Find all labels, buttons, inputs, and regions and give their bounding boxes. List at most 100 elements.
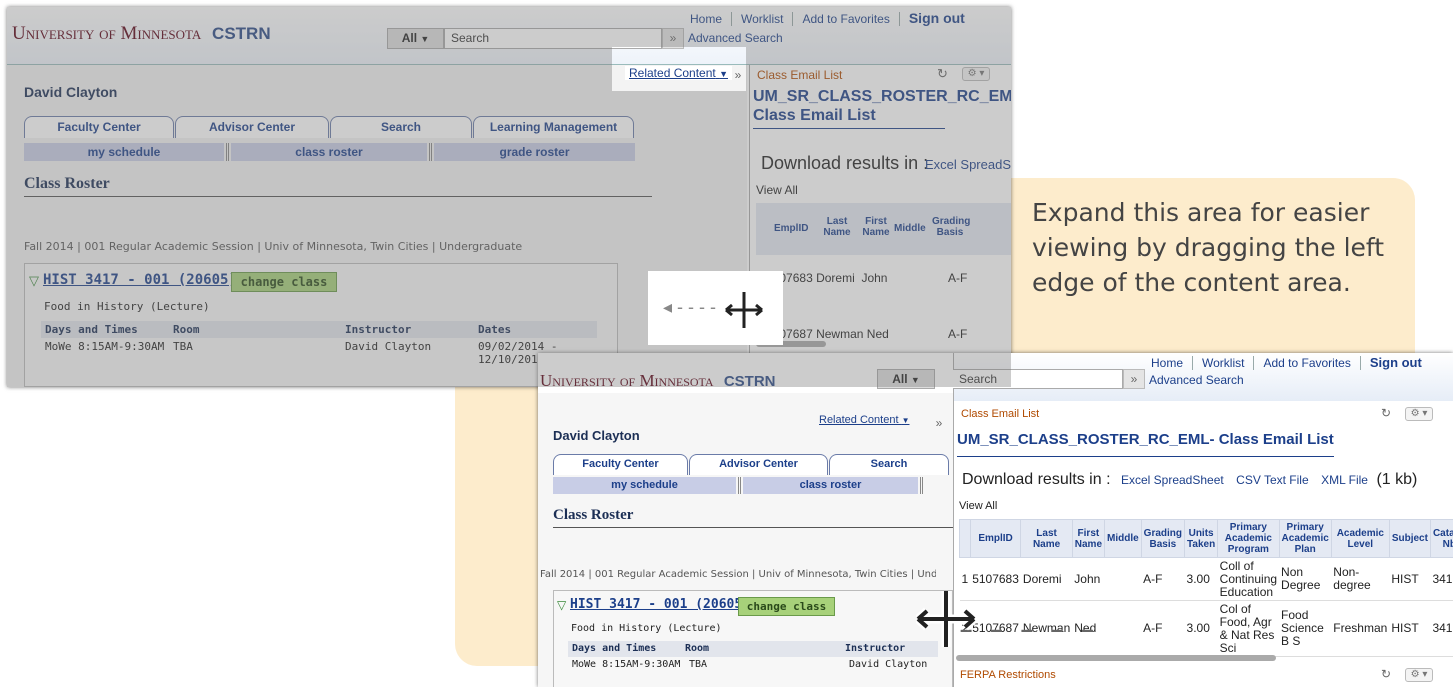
horizontal-scrollbar[interactable] bbox=[956, 655, 1276, 661]
xml-download-link[interactable]: XML File bbox=[1321, 473, 1368, 487]
scope-label: All bbox=[892, 372, 908, 386]
course-link[interactable]: HIST 3417 - 001 (20605) bbox=[570, 597, 750, 612]
row-level: Freshman bbox=[1331, 600, 1390, 657]
collapse-panel-icon[interactable]: » bbox=[731, 69, 745, 83]
nav-worklist[interactable]: Worklist bbox=[1193, 356, 1255, 370]
nav-favorites[interactable]: Add to Favorites bbox=[793, 12, 900, 26]
csv-download-link[interactable]: CSV Text File bbox=[1236, 473, 1308, 487]
nav-favorites[interactable]: Add to Favorites bbox=[1254, 356, 1361, 370]
tab-search[interactable]: Search bbox=[829, 454, 949, 475]
hdr-last: Last Name bbox=[823, 216, 851, 238]
hdr-plan: Primary Academic Plan bbox=[1278, 519, 1332, 558]
top-nav: Home Worklist Add to Favorites Sign out bbox=[1142, 355, 1431, 370]
hdr-program: Primary Academic Program bbox=[1217, 519, 1280, 558]
nav-home[interactable]: Home bbox=[681, 12, 733, 26]
hdr-emplid: EmplID bbox=[969, 519, 1022, 558]
panel-title: Class Email List bbox=[961, 408, 1040, 420]
refresh-icon[interactable]: ↻ bbox=[937, 66, 948, 82]
view-all-link[interactable]: View All bbox=[959, 500, 997, 512]
subtab-grade-roster[interactable]: grade roster bbox=[434, 143, 635, 161]
advanced-search-link[interactable]: Advanced Search bbox=[1149, 373, 1244, 387]
search-go-icon[interactable]: » bbox=[662, 28, 684, 49]
subtab-my-schedule[interactable]: my schedule bbox=[553, 477, 736, 494]
tab-faculty-center[interactable]: Faculty Center bbox=[24, 116, 174, 138]
course-title: Food in History (Lecture) bbox=[44, 300, 210, 313]
nav-signout[interactable]: Sign out bbox=[1361, 355, 1431, 370]
advanced-search-link[interactable]: Advanced Search bbox=[688, 31, 783, 45]
callout-text: Expand this area for easier viewing by d… bbox=[1032, 198, 1385, 297]
col-room: Room bbox=[173, 323, 200, 336]
search-input[interactable]: Search bbox=[953, 369, 1123, 389]
hdr-middle: Middle bbox=[894, 223, 926, 234]
subtab-class-roster[interactable]: class roster bbox=[231, 143, 427, 161]
nav-home[interactable]: Home bbox=[1142, 356, 1194, 370]
course-link[interactable]: HIST 3417 - 001 (20605) bbox=[43, 272, 237, 288]
nav-worklist[interactable]: Worklist bbox=[732, 12, 794, 26]
gear-icon[interactable]: ⚙ ▾ bbox=[1405, 668, 1433, 682]
chevron-down-icon: ▼ bbox=[910, 375, 920, 385]
hdr-grading: Grading Basis bbox=[932, 216, 971, 238]
refresh-icon[interactable]: ↻ bbox=[1381, 667, 1391, 681]
col-room: Room bbox=[685, 643, 710, 654]
row-units: 3.00 bbox=[1184, 600, 1218, 657]
row-grading: A-F bbox=[1141, 557, 1185, 601]
row-subject: HIST bbox=[1389, 557, 1431, 601]
term-info: Fall 2014 | 001 Regular Academic Session… bbox=[24, 240, 523, 253]
search-input[interactable]: Search bbox=[444, 28, 662, 49]
search-placeholder: Search bbox=[959, 372, 998, 386]
excel-download-link[interactable]: Excel SpreadSheet bbox=[1121, 473, 1224, 487]
search-scope-select[interactable]: All ▼ bbox=[877, 369, 935, 389]
resize-cursor-icon bbox=[725, 292, 763, 328]
subtab-my-schedule[interactable]: my schedule bbox=[24, 143, 224, 161]
refresh-icon[interactable]: ↻ bbox=[1381, 406, 1391, 420]
change-class-button[interactable]: change class bbox=[738, 597, 835, 616]
gear-icon[interactable]: ⚙ ▾ bbox=[962, 67, 990, 81]
system-name: CSTRN bbox=[212, 24, 271, 43]
row-instructor: David Clayton bbox=[345, 340, 432, 353]
excel-download-link[interactable]: Excel SpreadS bbox=[925, 157, 1011, 172]
top-nav: Home Worklist Add to Favorites Sign out bbox=[681, 10, 974, 26]
row-first: John bbox=[1072, 557, 1105, 601]
screenshot-after: University of Minnesota CSTRN All ▼ Rela… bbox=[538, 353, 1453, 687]
email-grid-header: EmplID Last Name First Name Middle Gradi… bbox=[756, 203, 1011, 255]
row-grading: A-F bbox=[1141, 600, 1185, 657]
gear-icon[interactable]: ⚙ ▾ bbox=[1405, 407, 1433, 421]
row-catalog: 3417 bbox=[1430, 557, 1453, 601]
search-go-icon[interactable]: » bbox=[1123, 369, 1145, 389]
excel-link-text[interactable]: Excel SpreadS bbox=[925, 157, 1011, 172]
row-last: Doremi bbox=[816, 271, 855, 285]
tab-search[interactable]: Search bbox=[330, 116, 472, 138]
hdr-units: Units Taken bbox=[1184, 519, 1219, 558]
collapse-triangle-icon[interactable]: ▽ bbox=[557, 598, 566, 612]
header-bar: University of Minnesota CSTRN All ▼ Sear… bbox=[7, 7, 1011, 65]
change-class-button[interactable]: change class bbox=[231, 272, 337, 292]
subtab-separator bbox=[429, 143, 432, 161]
related-content-link[interactable]: Related Content ▼ bbox=[625, 66, 732, 80]
university-name: University of Minnesota bbox=[540, 371, 714, 390]
row-last: Doremi bbox=[1020, 557, 1073, 601]
tab-advisor-center[interactable]: Advisor Center bbox=[175, 116, 329, 138]
row-first: Ned bbox=[866, 327, 889, 341]
screenshot-before: University of Minnesota CSTRN All ▼ Sear… bbox=[7, 7, 1011, 387]
scope-label: All bbox=[401, 31, 418, 45]
user-name: David Clayton bbox=[553, 428, 640, 443]
row-days: MoWe 8:15AM-9:30AM bbox=[572, 659, 681, 670]
row-dates-end: 12/10/2014 bbox=[478, 353, 545, 366]
nav-signout[interactable]: Sign out bbox=[900, 10, 974, 26]
subtab-separator bbox=[738, 477, 741, 494]
system-name: CSTRN bbox=[723, 373, 776, 390]
row-grading: A-F bbox=[948, 327, 968, 341]
col-instructor: Instructor bbox=[845, 643, 906, 654]
collapse-triangle-icon[interactable]: ▽ bbox=[29, 273, 39, 289]
search-scope-select[interactable]: All ▼ bbox=[387, 28, 444, 49]
col-days-times: Days and Times bbox=[45, 323, 138, 336]
tab-faculty-center[interactable]: Faculty Center bbox=[553, 454, 688, 475]
row-room: TBA bbox=[173, 340, 193, 353]
subtab-class-roster[interactable]: class roster bbox=[743, 477, 918, 494]
tab-advisor-center[interactable]: Advisor Center bbox=[689, 454, 828, 475]
view-all-link[interactable]: View All bbox=[756, 183, 798, 197]
related-content-link[interactable]: Related Content ▼ bbox=[819, 414, 909, 426]
search-placeholder: Search bbox=[451, 31, 490, 45]
tab-learning-management[interactable]: Learning Management bbox=[473, 116, 634, 138]
collapse-panel-icon[interactable]: » bbox=[932, 417, 946, 431]
